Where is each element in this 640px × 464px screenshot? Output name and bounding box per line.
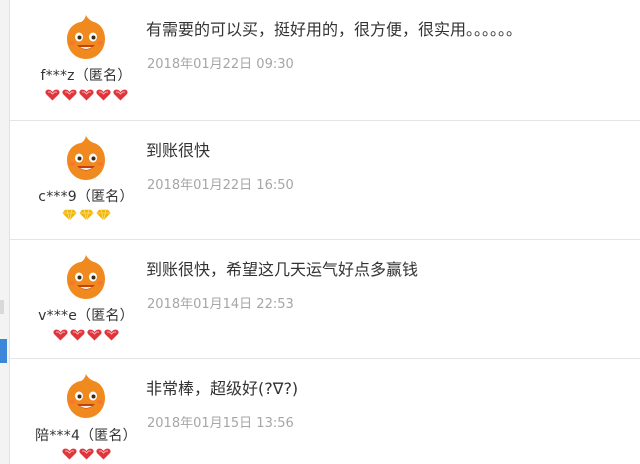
review-date: 2018年01月22日 16:50 bbox=[147, 178, 294, 193]
avatar bbox=[61, 252, 111, 302]
red-heart-icon bbox=[78, 89, 94, 101]
red-heart-icon bbox=[61, 89, 77, 101]
orange-mascot-icon bbox=[61, 371, 111, 421]
left-side-tab[interactable] bbox=[0, 339, 7, 363]
red-heart-icon bbox=[70, 329, 85, 341]
review-text: 非常棒，超级好(?∇?) bbox=[146, 379, 299, 398]
orange-mascot-icon bbox=[61, 252, 111, 302]
left-edge-marker bbox=[0, 300, 4, 314]
avatar bbox=[61, 371, 111, 421]
reviewer-name: c***9（匿名） bbox=[38, 189, 134, 205]
red-heart-icon bbox=[78, 448, 94, 460]
red-heart-icon bbox=[112, 89, 128, 101]
review-date: 2018年01月22日 09:30 bbox=[147, 57, 294, 72]
red-heart-icon bbox=[53, 329, 68, 341]
reviewer-name: v***e（匿名） bbox=[38, 308, 134, 324]
review-text: 到账很快 bbox=[146, 141, 211, 160]
review-item: 陪***4（匿名） 非常棒，超级好(?∇?) 2018年01月15日 13:56 bbox=[10, 359, 640, 464]
red-heart-icon bbox=[44, 89, 60, 101]
review-text: 到账很快，希望这几天运气好点多赢钱 bbox=[146, 260, 419, 279]
reviewer-rank bbox=[10, 448, 162, 460]
left-scroll-strip bbox=[0, 0, 10, 464]
reviewer-name: f***z（匿名） bbox=[40, 68, 132, 84]
red-heart-icon bbox=[61, 448, 77, 460]
yellow-diamond-icon bbox=[61, 209, 77, 221]
orange-mascot-icon bbox=[61, 12, 111, 62]
reviewer-rank bbox=[10, 209, 162, 221]
yellow-diamond-icon bbox=[78, 209, 94, 221]
reviewer-name: 陪***4（匿名） bbox=[35, 428, 137, 444]
yellow-diamond-icon bbox=[95, 209, 111, 221]
red-heart-icon bbox=[104, 329, 119, 341]
red-heart-icon bbox=[95, 448, 111, 460]
review-item: v***e（匿名） 到账很快，希望这几天运气好点多赢钱 2018年01月14日 … bbox=[10, 240, 640, 359]
red-heart-icon bbox=[95, 89, 111, 101]
review-date: 2018年01月15日 13:56 bbox=[147, 416, 294, 431]
avatar bbox=[61, 12, 111, 62]
review-item: c***9（匿名） 到账很快 2018年01月22日 16:50 bbox=[10, 121, 640, 240]
review-text: 有需要的可以买，挺好用的，很方便，很实用。。。。。。 bbox=[146, 20, 523, 39]
red-heart-icon bbox=[87, 329, 102, 341]
review-date: 2018年01月14日 22:53 bbox=[147, 297, 294, 312]
orange-mascot-icon bbox=[61, 133, 111, 183]
reviewer-rank bbox=[10, 329, 162, 341]
avatar bbox=[61, 133, 111, 183]
review-item: f***z（匿名） 有需要的可以买，挺好用的，很方便，很实用。。。。。。 201… bbox=[10, 0, 640, 121]
reviewer-rank bbox=[10, 89, 162, 101]
